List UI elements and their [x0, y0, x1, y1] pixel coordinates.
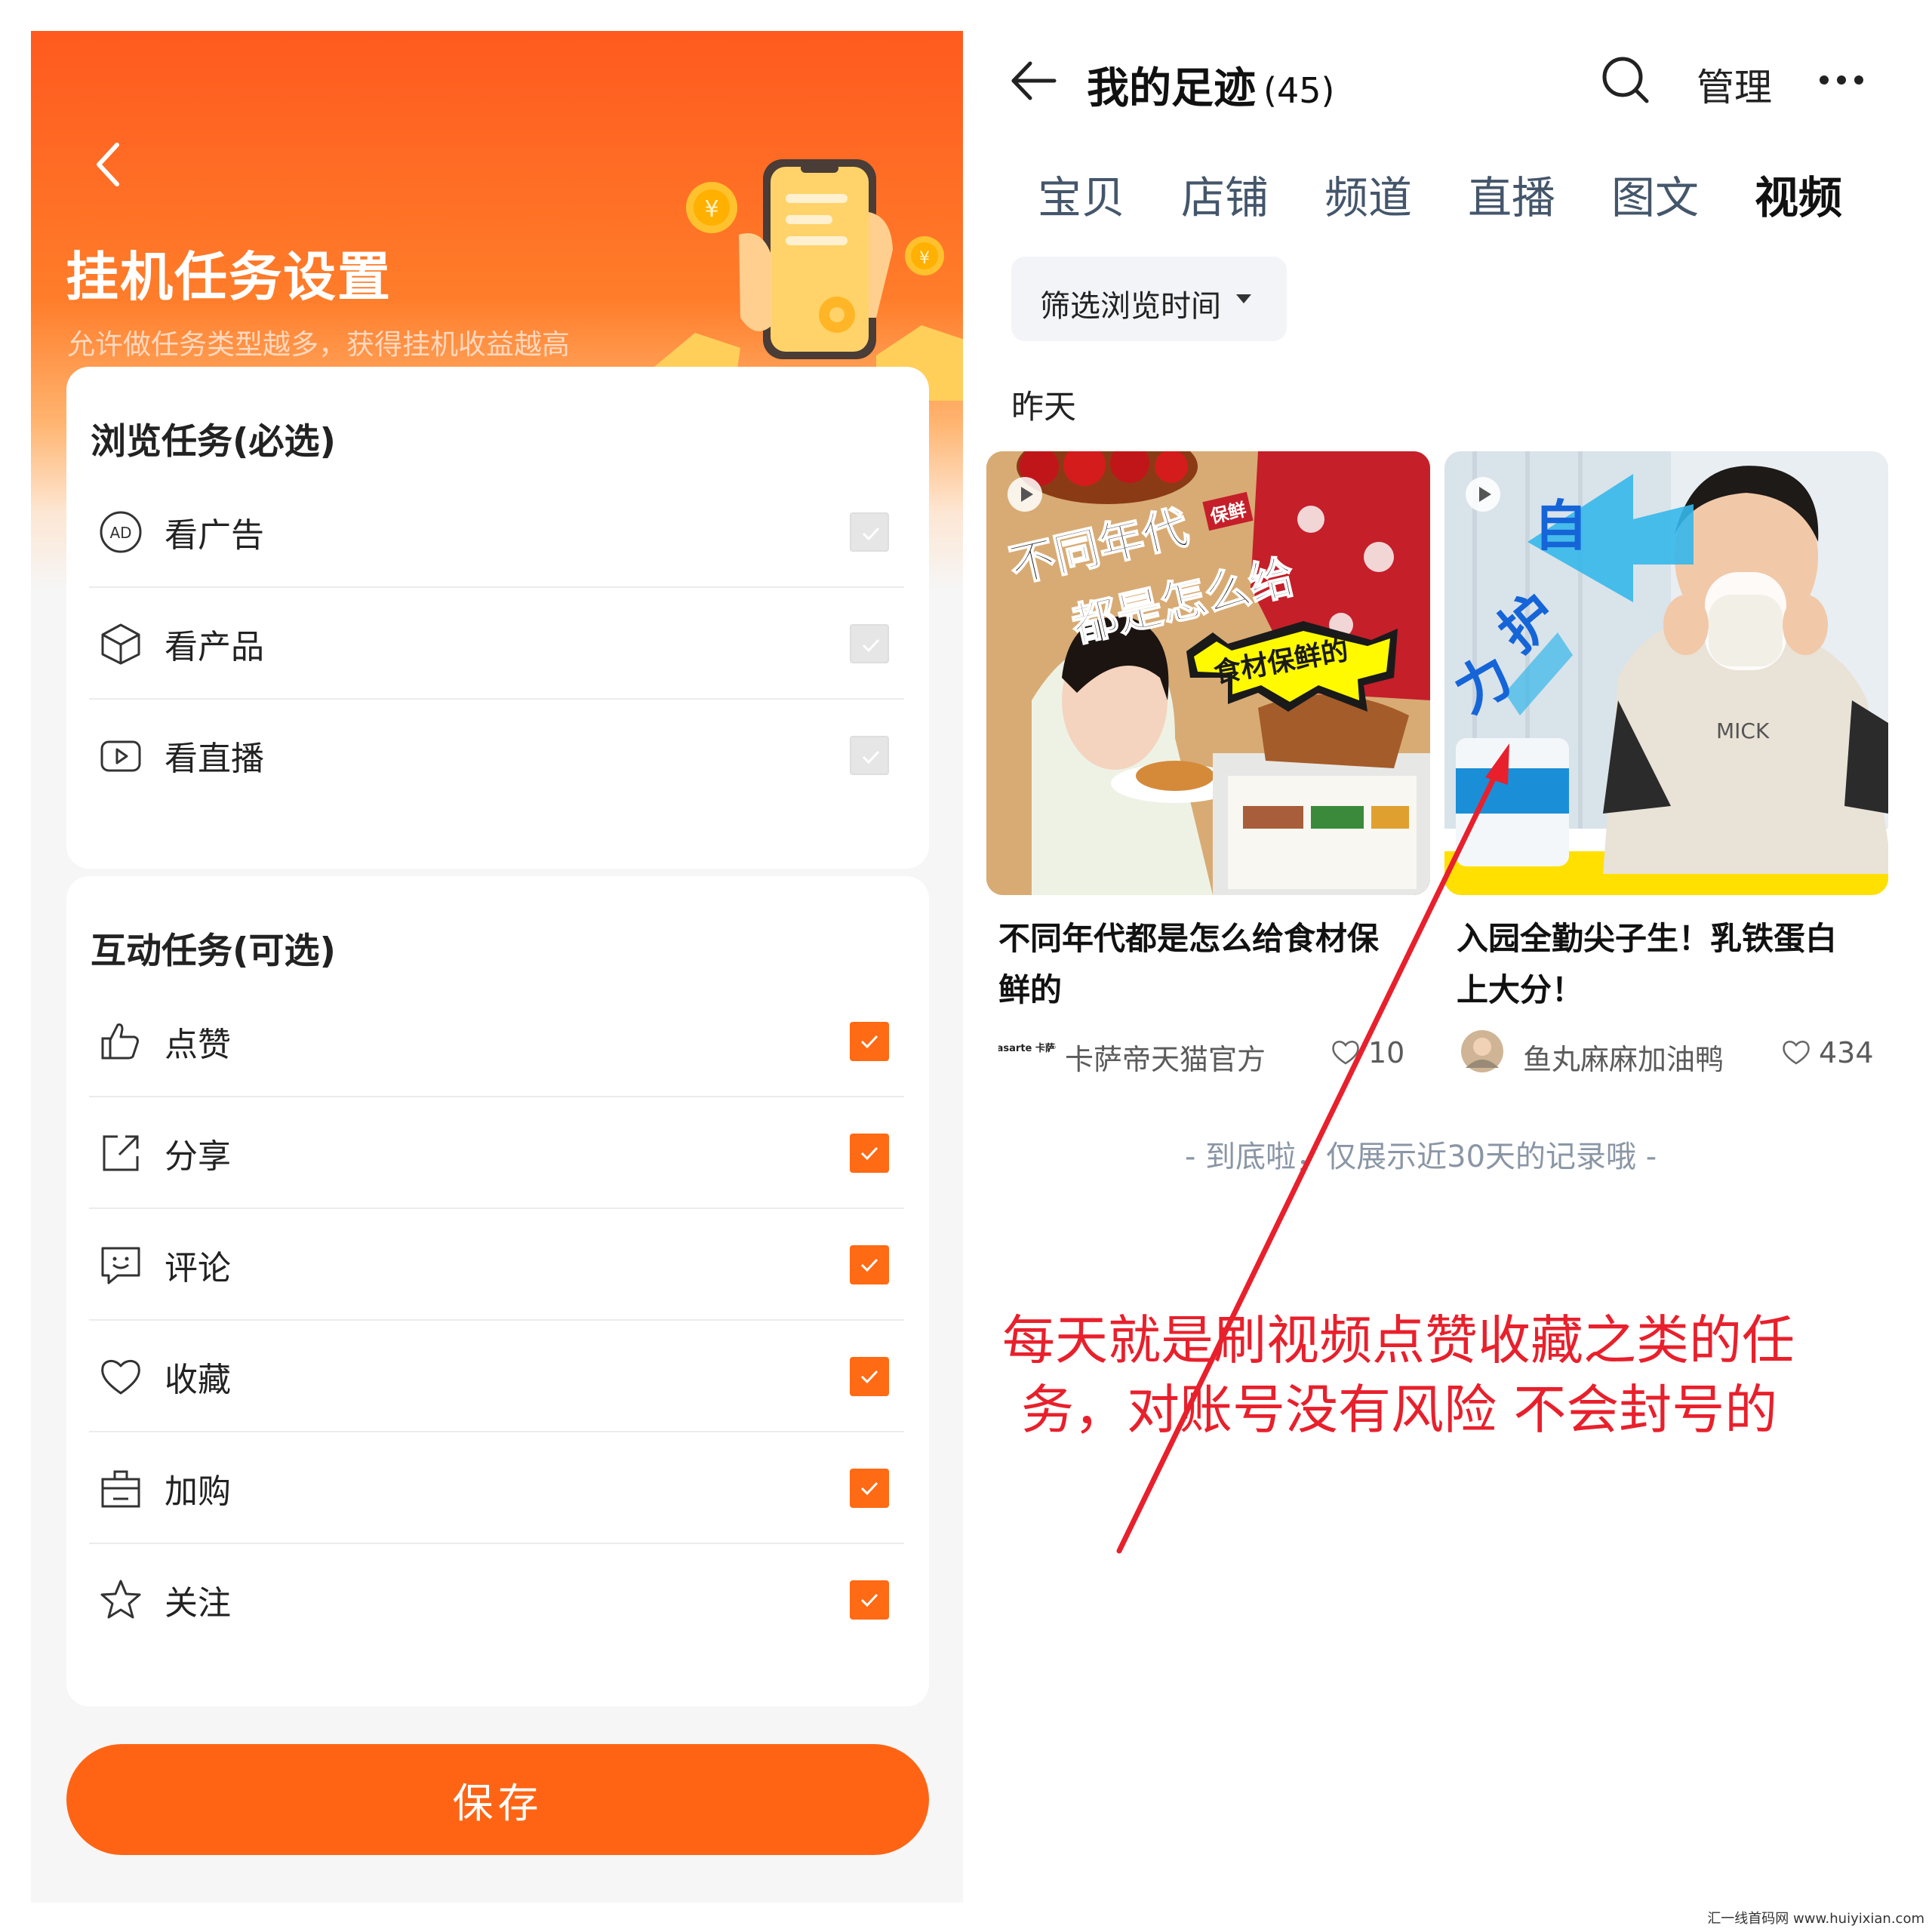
task-label: 分享: [165, 1137, 231, 1176]
tab-items[interactable]: 宝贝: [1038, 162, 1125, 226]
filter-label: 筛选浏览时间: [1040, 289, 1221, 324]
annotation-line: 务，对账号没有风险 不会封号的: [1021, 1379, 1778, 1441]
video-title: 入园全勤尖子生！乳铁蛋白上大分！: [1457, 920, 1838, 1008]
video-title: 不同年代都是怎么给食材保鲜的: [998, 920, 1380, 1008]
svg-text:MICK: MICK: [1716, 718, 1770, 743]
brand-logo-text: Casarte 卡萨帝: [998, 1042, 1056, 1054]
ad-icon: AD: [100, 511, 142, 553]
task-row-live[interactable]: 看直播: [89, 700, 904, 811]
task-label: 看产品: [165, 628, 264, 666]
task-checkbox-ad[interactable]: [850, 512, 889, 552]
footprint-screen: 我的足迹(45) 管理 宝贝 店铺 频道 直播 图文 视频 筛选浏览时间 昨天: [974, 0, 1932, 1932]
task-checkbox-comment[interactable]: [850, 1245, 889, 1284]
task-label: 看广告: [165, 516, 264, 555]
browse-section-title: 浏览任务(必选): [91, 421, 336, 463]
page-title-text: 我的足迹: [1087, 64, 1256, 113]
like-count: 434: [1819, 1036, 1874, 1069]
video-card[interactable]: MICK 自 护 力 入园全勤尖子生！乳铁蛋白上大分！ 鱼丸麻麻加油鸭 434: [1444, 451, 1888, 1076]
task-checkbox-product[interactable]: [850, 624, 889, 663]
product-box-icon: [101, 623, 140, 665]
video-thumbnail: MICK 自 护 力: [1444, 451, 1888, 895]
task-label: 点赞: [165, 1026, 231, 1064]
thumbs-up-icon: [101, 1023, 139, 1060]
browse-tasks-card: 浏览任务(必选) AD 看广告 看产品 看直播: [66, 367, 929, 869]
page-title: 我的足迹 (45): [1087, 54, 1334, 115]
back-chevron-icon[interactable]: [87, 134, 128, 195]
star-icon: [100, 1580, 141, 1619]
cart-bag-icon: [101, 1470, 140, 1508]
interact-section-title: 互动任务(可选): [91, 931, 336, 972]
manage-button[interactable]: 管理: [1697, 57, 1772, 112]
play-badge-icon: [1466, 477, 1500, 512]
video-author: 鱼丸麻麻加油鸭: [1523, 1043, 1724, 1076]
annotation-line: 每天就是刷视频点赞收藏之类的任: [1002, 1309, 1795, 1371]
task-settings-screen: 挂机任务设置 允许做任务类型越多，获得挂机收益越高 ¥ ¥ 浏览任务(必选) A…: [31, 31, 963, 1903]
task-label: 加购: [165, 1472, 231, 1511]
brand-logo: Casarte 卡萨帝: [998, 1042, 1056, 1054]
category-tabs: 宝贝 店铺 频道 直播 图文 视频: [1038, 162, 1868, 223]
page-title: 挂机任务设置: [66, 246, 392, 308]
back-arrow-icon[interactable]: [1008, 54, 1060, 107]
tab-live[interactable]: 直播: [1468, 162, 1555, 226]
task-checkbox-add-cart[interactable]: [850, 1469, 889, 1508]
task-checkbox-favorite[interactable]: [850, 1357, 889, 1396]
task-label: 看直播: [165, 740, 264, 778]
task-row-comment[interactable]: 评论: [89, 1209, 904, 1321]
task-row-add-cart[interactable]: 加购: [89, 1432, 904, 1544]
task-checkbox-like[interactable]: [850, 1022, 889, 1061]
search-icon[interactable]: [1600, 54, 1651, 106]
avatar: [1461, 1030, 1503, 1072]
video-meta: 鱼丸麻麻加油鸭 434: [1457, 1021, 1879, 1081]
svg-text:AD: AD: [109, 524, 131, 542]
video-card[interactable]: 不同年代 都是怎么给 食材保鲜的 保鲜 不同年代都是怎么给食材保鲜的 Casar…: [986, 451, 1430, 1076]
task-label: 收藏: [165, 1361, 231, 1399]
task-row-favorite[interactable]: 收藏: [89, 1321, 904, 1432]
annotation-text: 每天就是刷视频点赞收藏之类的任 务，对账号没有风险 不会封号的: [1002, 1306, 1889, 1444]
tab-videos[interactable]: 视频: [1755, 162, 1842, 226]
phone-coins-illustration: ¥ ¥: [650, 159, 963, 401]
video-meta: Casarte 卡萨帝 卡萨帝天猫官方 10: [998, 1021, 1421, 1081]
like-count: 10: [1368, 1036, 1405, 1069]
heart-icon: [101, 1360, 140, 1395]
video-thumbnail-image: MICK: [1444, 451, 1888, 895]
more-icon[interactable]: [1815, 59, 1868, 101]
task-row-product[interactable]: 看产品: [89, 588, 904, 700]
end-of-list-note: - 到底啦，仅展示近30天的记录哦 -: [1185, 1140, 1657, 1174]
share-icon: [103, 1135, 139, 1171]
play-badge-icon: [1008, 477, 1042, 512]
tab-posts[interactable]: 图文: [1611, 162, 1699, 226]
save-button[interactable]: 保存: [66, 1744, 929, 1855]
watermark: 汇一线首码网 www.huiyixian.com: [1707, 1911, 1924, 1927]
footprint-count: (45): [1263, 70, 1335, 111]
heart-outline-icon[interactable]: [1331, 1038, 1361, 1066]
page-subtitle: 允许做任务类型越多，获得挂机收益越高: [67, 328, 570, 361]
svg-text:¥: ¥: [704, 196, 718, 223]
video-author: 卡萨帝天猫官方: [1065, 1043, 1266, 1076]
task-row-share[interactable]: 分享: [89, 1097, 904, 1209]
task-row-ad[interactable]: AD 看广告: [89, 476, 904, 588]
task-row-like[interactable]: 点赞: [89, 986, 904, 1097]
svg-text:¥: ¥: [919, 249, 930, 268]
task-checkbox-follow[interactable]: [850, 1580, 889, 1620]
task-checkbox-share[interactable]: [850, 1134, 889, 1173]
tab-channels[interactable]: 频道: [1324, 162, 1412, 226]
tab-shops[interactable]: 店铺: [1181, 162, 1269, 226]
play-icon: [100, 740, 141, 772]
heart-outline-icon[interactable]: [1781, 1038, 1811, 1066]
task-checkbox-live[interactable]: [850, 736, 889, 775]
date-section-label: 昨天: [1011, 389, 1076, 426]
task-label: 评论: [165, 1249, 231, 1287]
caret-down-icon: [1236, 294, 1251, 303]
comment-icon: [101, 1247, 140, 1284]
video-thumbnail: 不同年代 都是怎么给 食材保鲜的 保鲜: [986, 451, 1430, 895]
task-label: 关注: [165, 1584, 231, 1623]
interactive-tasks-card: 互动任务(可选) 点赞 分享 评论 收藏 加购 关注: [66, 876, 929, 1706]
thumb-overlay-text: 自: [1534, 494, 1589, 558]
browse-time-filter[interactable]: 筛选浏览时间: [1011, 257, 1287, 341]
task-row-follow[interactable]: 关注: [89, 1544, 904, 1656]
